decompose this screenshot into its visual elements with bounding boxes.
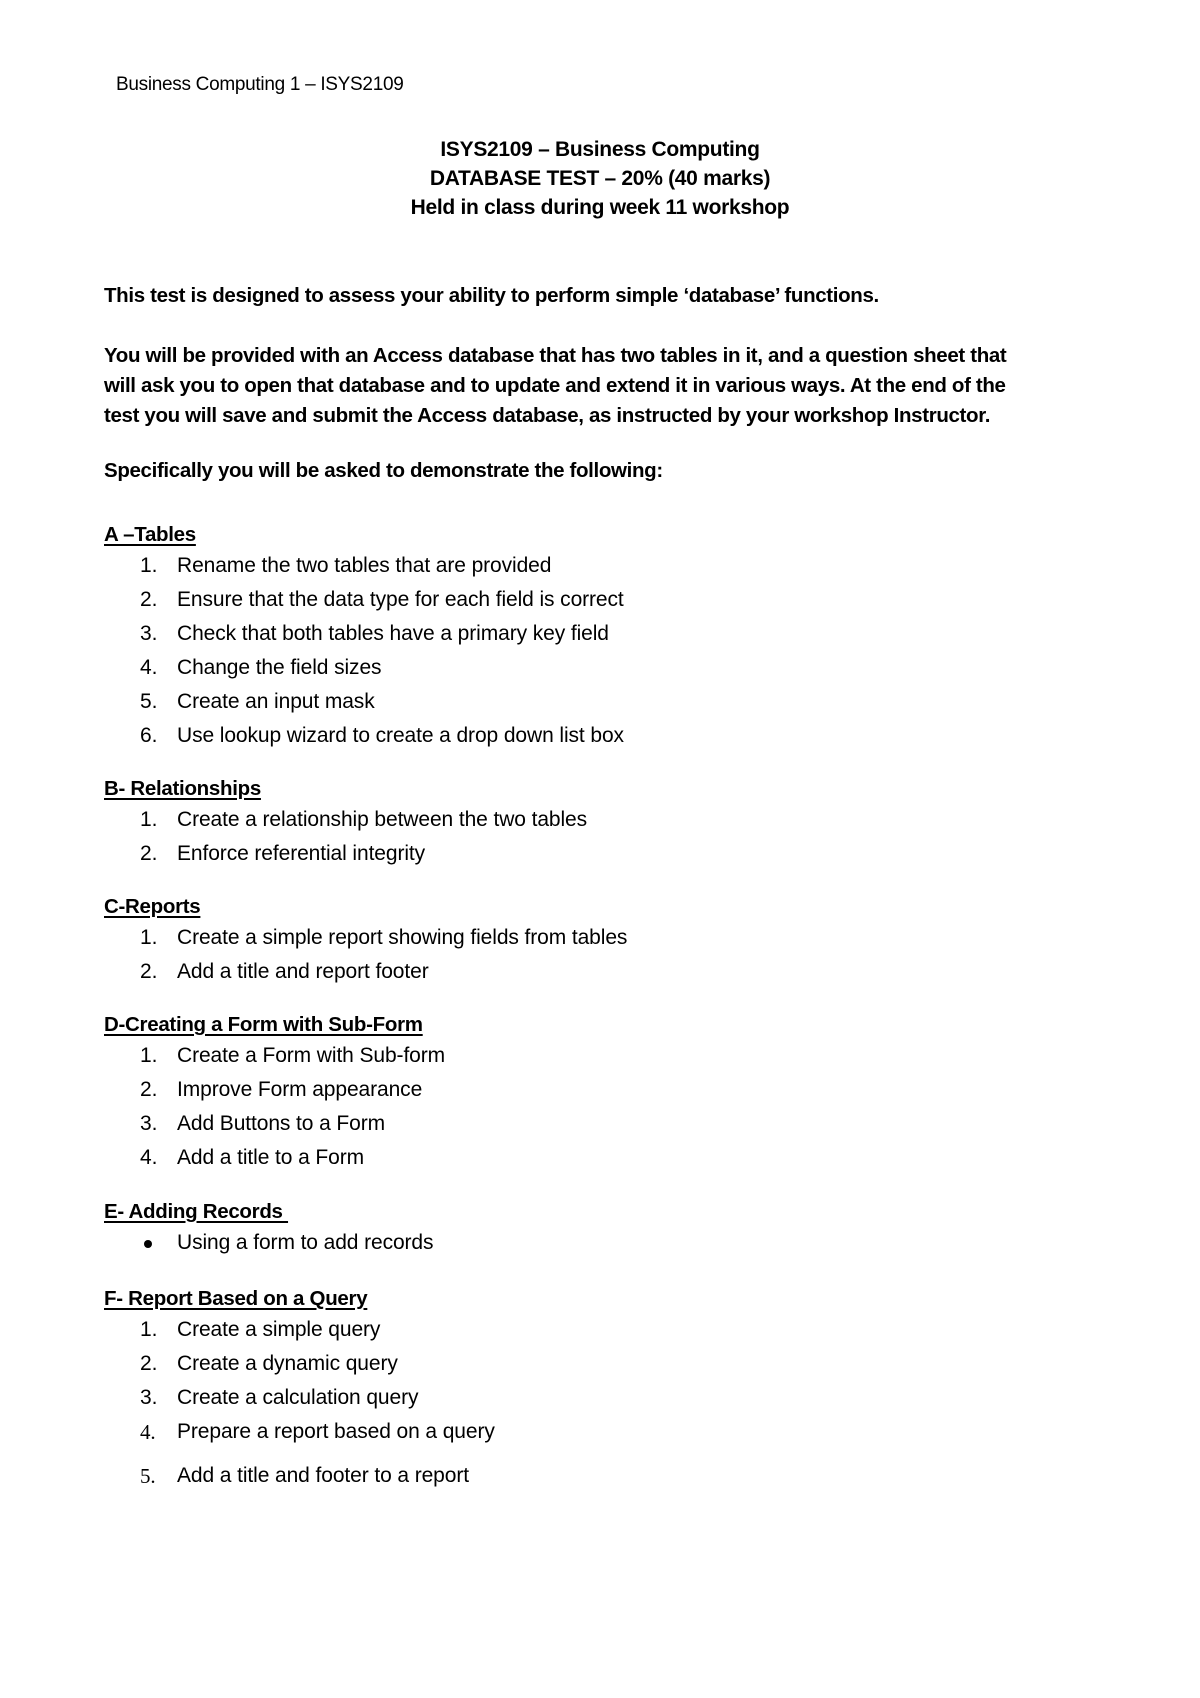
item-number: 2. — [140, 842, 158, 865]
item-number: 2. — [140, 1078, 158, 1101]
list-item: 5. Create an input mask — [104, 685, 375, 719]
item-number: 2. — [140, 960, 158, 983]
item-text: Create an input mask — [177, 690, 375, 713]
item-text: Add a title and report footer — [177, 960, 429, 983]
item-text: Add a title and footer to a report — [177, 1464, 469, 1487]
title-line-schedule: Held in class during week 11 workshop — [410, 196, 790, 219]
item-text: Improve Form appearance — [177, 1078, 423, 1101]
item-number: 1. — [140, 926, 158, 949]
list-item: 3. Check that both tables have a primary … — [104, 617, 609, 651]
item-number: 1. — [140, 808, 158, 831]
section-heading: D-Creating a Form with Sub-Form — [104, 1013, 423, 1036]
item-text: Create a simple query — [177, 1318, 381, 1341]
list-item: 2. Add a title and report footer — [104, 955, 429, 989]
list-item: 1. Create a simple query — [104, 1313, 380, 1347]
page-header: Business Computing 1 – ISYS2109 — [116, 74, 404, 95]
list-item: 2. Enforce referential integrity — [104, 837, 425, 871]
title-line-test: DATABASE TEST – 20% (40 marks) — [429, 167, 771, 190]
lead-in-text: Specifically you will be asked to demons… — [104, 459, 663, 482]
title-line-course: ISYS2109 – Business Computing — [440, 138, 760, 161]
description-line: will ask you to open that database and t… — [104, 374, 1006, 397]
item-text: Create a dynamic query — [177, 1352, 398, 1375]
item-text: Add a title to a Form — [177, 1146, 364, 1169]
list-item: 1. Rename the two tables that are provide… — [104, 549, 551, 583]
item-text: Create a Form with Sub-form — [177, 1044, 446, 1067]
item-number: 4. — [140, 1146, 158, 1169]
item-text: Change the field sizes — [177, 656, 382, 679]
list-item: 6. Use lookup wizard to create a drop dow… — [104, 719, 624, 753]
item-number: 2. — [140, 588, 158, 611]
item-number: 3. — [140, 622, 158, 645]
section-adding-records: E- Adding Records Using a form to add re… — [104, 1198, 434, 1260]
item-text: Ensure that the data type for each field… — [177, 588, 624, 611]
section-heading: A –Tables — [104, 523, 196, 546]
list-item: 5. Add a title and footer to a report — [104, 1459, 469, 1493]
section-form-with-subform: D-Creating a Form with Sub-Form 1. Create… — [104, 1011, 445, 1175]
item-number: 1. — [140, 1044, 158, 1067]
section-heading: B- Relationships — [104, 777, 261, 800]
description-paragraph: You will be provided with an Access data… — [104, 341, 1114, 431]
item-number: 3. — [140, 1386, 158, 1409]
bullet-icon — [144, 1240, 152, 1248]
list-item: 3. Create a calculation query — [104, 1381, 418, 1415]
list-item: 1. Create a relationship between the two … — [104, 803, 587, 837]
list-item: 1. Create a simple report showing fields … — [104, 921, 627, 955]
list-item: 4. Add a title to a Form — [104, 1141, 423, 1175]
item-text: Using a form to add records — [177, 1231, 434, 1254]
description-line: test you will save and submit the Access… — [104, 404, 991, 427]
list-item: 4. Change the field sizes — [104, 651, 382, 685]
item-number: 5. — [140, 690, 158, 713]
item-text: Create a calculation query — [177, 1386, 419, 1409]
intro-paragraph: This test is designed to assess your abi… — [104, 284, 879, 307]
item-number: 6. — [140, 724, 158, 747]
item-number: 1. — [140, 1318, 158, 1341]
item-number: 4. — [140, 656, 158, 679]
item-text: Check that both tables have a primary ke… — [177, 622, 609, 645]
item-text: Use lookup wizard to create a drop down … — [177, 724, 624, 747]
list-item: 2. Improve Form appearance — [104, 1073, 423, 1107]
section-tables: A –Tables 1. Rename the two tables that a… — [104, 521, 624, 753]
description-line: You will be provided with an Access data… — [104, 344, 1007, 367]
item-text: Prepare a report based on a query — [177, 1420, 495, 1443]
item-text: Rename the two tables that are provided — [177, 554, 552, 577]
list-item: 2. Ensure that the data type for each fie… — [104, 583, 624, 617]
section-heading: E- Adding Records — [104, 1200, 289, 1223]
item-number: 5. — [140, 1464, 156, 1488]
item-text: Add Buttons to a Form — [177, 1112, 386, 1135]
section-relationships: B- Relationships 1. Create a relationship… — [104, 775, 587, 871]
section-reports: C-Reports 1. Create a simple report showi… — [104, 893, 627, 989]
list-item: 2. Create a dynamic query — [104, 1347, 398, 1381]
section-heading: F- Report Based on a Query — [104, 1287, 368, 1310]
list-item: Using a form to add records — [104, 1226, 434, 1260]
item-text: Create a relationship between the two ta… — [177, 808, 588, 831]
list-item: 4. Prepare a report based on a query — [104, 1415, 495, 1449]
item-number: 2. — [140, 1352, 158, 1375]
item-number: 1. — [140, 554, 158, 577]
item-text: Enforce referential integrity — [177, 842, 426, 865]
document-title: ISYS2109 – Business Computing DATABASE T… — [0, 135, 1200, 222]
item-number: 4. — [140, 1420, 156, 1444]
list-item: 3. Add Buttons to a Form — [104, 1107, 423, 1141]
item-text: Create a simple report showing fields fr… — [177, 926, 628, 949]
list-item: 1. Create a Form with Sub-form — [104, 1039, 445, 1073]
section-report-query: F- Report Based on a Query 1. Create a si… — [104, 1285, 495, 1493]
item-number: 3. — [140, 1112, 158, 1135]
section-heading: C-Reports — [104, 895, 201, 918]
